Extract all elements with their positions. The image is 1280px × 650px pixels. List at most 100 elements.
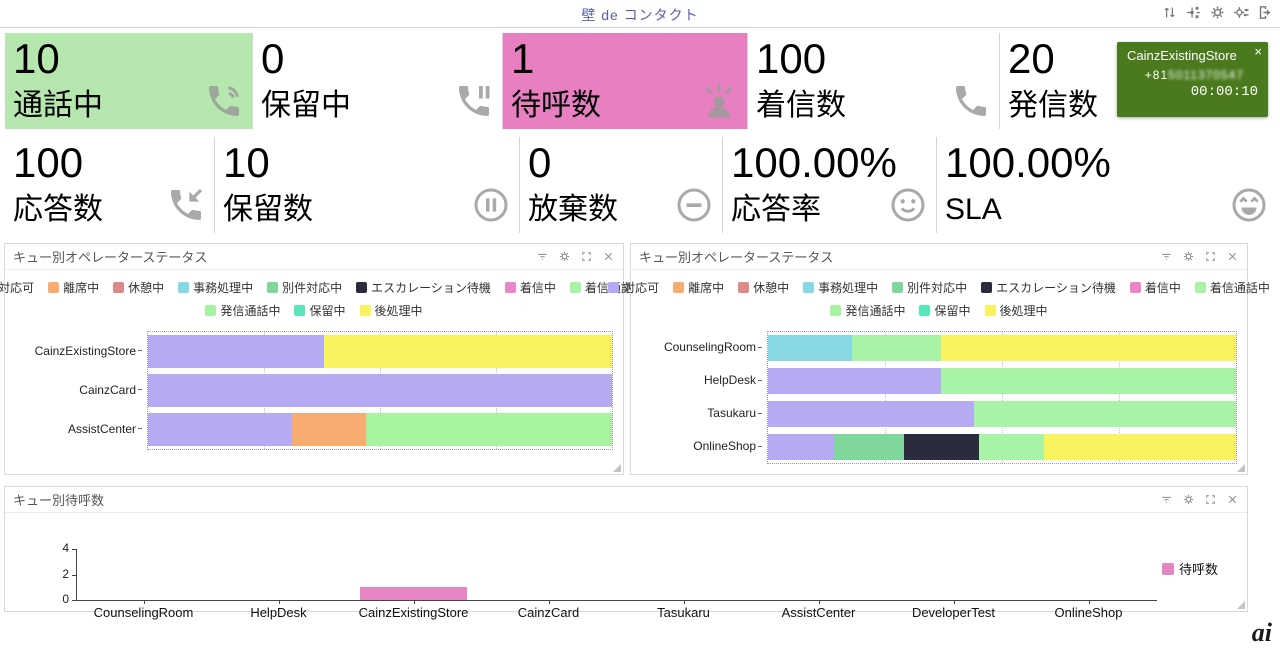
- category-label: Tasukaru: [637, 400, 767, 426]
- panel-title: キュー別待呼数: [13, 493, 105, 508]
- legend-item[interactable]: 休憩中: [738, 279, 789, 296]
- close-icon[interactable]: [1226, 250, 1239, 263]
- legend-label: 休憩中: [753, 281, 790, 295]
- close-icon[interactable]: ×: [1254, 45, 1262, 58]
- legend-item[interactable]: 発信通話中: [830, 302, 905, 319]
- gear-icon[interactable]: [1182, 493, 1195, 506]
- filter-icon[interactable]: [1160, 250, 1173, 263]
- expand-icon[interactable]: [1204, 250, 1217, 263]
- panel-actions: [1160, 493, 1239, 506]
- legend-item[interactable]: 対応可: [0, 279, 34, 296]
- legend-item[interactable]: 離席中: [48, 279, 99, 296]
- legend-item[interactable]: 待呼数: [1162, 559, 1218, 578]
- gear-icon: [1183, 251, 1194, 262]
- close-icon: [1228, 495, 1237, 504]
- kpi-row: 100 応答数 10 保留数 0 放棄数 100.00% 応答率 100.00% SLA: [5, 137, 1277, 233]
- gear-adjust-icon[interactable]: [1233, 4, 1250, 21]
- legend-swatch: [919, 305, 931, 316]
- x-tick: [1088, 600, 1090, 604]
- smile-icon: [888, 185, 928, 230]
- resize-handle[interactable]: [613, 464, 621, 472]
- bar-segment: [852, 335, 942, 361]
- kpi-value: 0: [261, 35, 285, 82]
- kpi-label: 発信数: [1008, 89, 1098, 122]
- x-tick: [548, 600, 550, 604]
- legend-item[interactable]: 事務処理中: [178, 279, 253, 296]
- legend-item[interactable]: 発信通話中: [205, 302, 280, 319]
- legend-item[interactable]: 休憩中: [113, 279, 164, 296]
- filter-icon: [1162, 496, 1171, 503]
- legend-item[interactable]: 事務処理中: [803, 279, 878, 296]
- bar-segment: [768, 335, 853, 361]
- legend-label: 対応可: [623, 281, 660, 295]
- kpi-value: 0: [528, 139, 552, 186]
- legend-item[interactable]: 後処理中: [984, 302, 1048, 319]
- legend-swatch: [608, 282, 620, 293]
- minus-circle-icon: [677, 188, 711, 222]
- gear-icon: [1183, 494, 1194, 505]
- resize-handle[interactable]: [1237, 601, 1245, 609]
- expand-icon[interactable]: [1204, 493, 1217, 506]
- legend-swatch: [267, 282, 279, 293]
- resize-handle[interactable]: [1237, 464, 1245, 472]
- legend-item[interactable]: 着信通話中: [1194, 279, 1270, 296]
- pause-circle-icon: [474, 188, 508, 222]
- stacked-bar: [148, 413, 612, 446]
- exit-icon: [1259, 6, 1271, 19]
- minus-circle-icon: [674, 185, 714, 230]
- gear-icon[interactable]: [1182, 250, 1195, 263]
- x-category-label: CainzCard: [517, 605, 580, 620]
- y-tick-label: 4: [62, 541, 69, 555]
- close-icon[interactable]: [1226, 493, 1239, 506]
- stacked-bar: [768, 434, 1236, 460]
- gear-icon[interactable]: [558, 250, 571, 263]
- legend-swatch: [738, 282, 750, 293]
- legend-swatch: [113, 282, 125, 293]
- wait-count-bar: [360, 587, 467, 600]
- exit-icon[interactable]: [1257, 4, 1274, 21]
- legend-swatch: [1162, 562, 1174, 575]
- filter-icon[interactable]: [536, 250, 549, 263]
- phone-incoming-icon: [171, 188, 203, 220]
- legend-item[interactable]: 着信中: [1129, 279, 1181, 296]
- wait-alert-icon: [705, 84, 733, 118]
- panel-header: キュー別オペレーターステータス: [5, 244, 623, 270]
- flow-icon[interactable]: [1185, 4, 1202, 21]
- expand-icon[interactable]: [580, 250, 593, 263]
- bar-segment: [148, 374, 612, 407]
- legend-item[interactable]: 後処理中: [359, 302, 423, 319]
- legend-item[interactable]: エスカレーション待機: [981, 279, 1116, 296]
- legend-label: 事務処理中: [193, 281, 254, 295]
- watermark: ai: [1251, 618, 1272, 647]
- gear-icon: [1211, 6, 1224, 19]
- kpi-value: 100: [13, 139, 84, 186]
- kpi-label: SLA: [945, 193, 1002, 226]
- bar-segment: [941, 335, 1236, 361]
- legend-swatch: [356, 282, 368, 293]
- x-category-label: DeveloperTest: [911, 605, 996, 620]
- legend-item[interactable]: 着信中: [504, 279, 556, 296]
- kpi-tile: 100 着信数: [748, 33, 1000, 129]
- legend-item[interactable]: 別件対応中: [267, 279, 342, 296]
- filter-icon[interactable]: [1160, 493, 1173, 506]
- legend-item[interactable]: 離席中: [673, 279, 724, 296]
- gear-icon[interactable]: [1209, 4, 1226, 21]
- legend-item[interactable]: 対応可: [608, 279, 659, 296]
- legend-label: 別件対応中: [907, 281, 968, 295]
- bar-segment: [903, 434, 979, 460]
- legend-label: 離席中: [688, 281, 725, 295]
- close-icon[interactable]: [602, 250, 615, 263]
- legend-item[interactable]: 別件対応中: [892, 279, 967, 296]
- gear-adjust-icon: [1234, 7, 1249, 18]
- kpi-tile: 10 保留数: [215, 137, 520, 233]
- legend-label: 保留中: [934, 304, 971, 318]
- bar-segment: [1044, 434, 1236, 460]
- top-bar: 壁 de コンタクト: [0, 0, 1280, 28]
- kpi-label: 着信数: [756, 89, 846, 122]
- kpi-label: 通話中: [13, 89, 103, 122]
- legend-item[interactable]: エスカレーション待機: [356, 279, 491, 296]
- kpi-label: 待呼数: [511, 89, 601, 122]
- legend-item[interactable]: 保留中: [294, 302, 346, 319]
- legend-item[interactable]: 保留中: [919, 302, 971, 319]
- sort-arrows-icon[interactable]: [1161, 4, 1178, 21]
